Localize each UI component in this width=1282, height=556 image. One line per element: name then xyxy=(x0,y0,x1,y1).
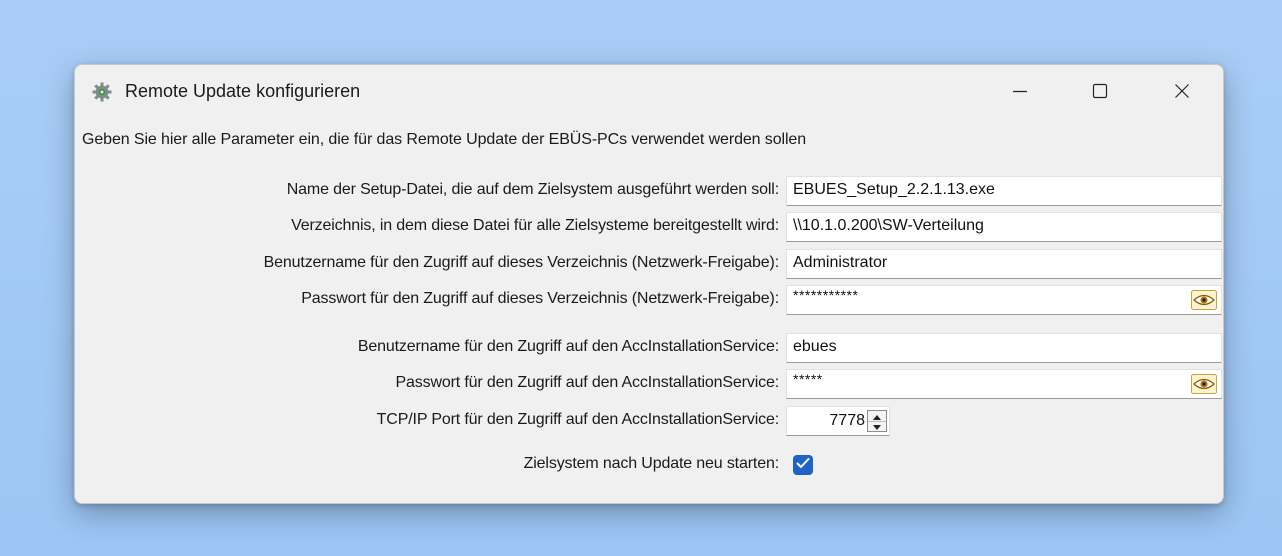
share-dir-row: Verzeichnis, in dem diese Datei für alle… xyxy=(75,212,1223,244)
share-user-input[interactable] xyxy=(793,254,1173,272)
service-user-field[interactable] xyxy=(786,333,1222,363)
minimize-icon xyxy=(1012,83,1028,99)
restart-row: Zielsystem nach Update neu starten: xyxy=(75,450,1223,482)
service-port-row: TCP/IP Port für den Zugriff auf den AccI… xyxy=(75,406,1223,438)
gear-icon xyxy=(91,81,113,103)
share-dir-input[interactable] xyxy=(793,217,1173,235)
service-port-input[interactable] xyxy=(791,412,865,430)
service-password-field[interactable] xyxy=(786,369,1222,399)
maximize-button[interactable] xyxy=(1065,65,1135,117)
service-port-label: TCP/IP Port für den Zugriff auf den AccI… xyxy=(376,411,779,428)
setup-file-row: Name der Setup-Datei, die auf dem Zielsy… xyxy=(75,176,1223,208)
title-bar[interactable]: Remote Update konfigurieren xyxy=(75,65,1223,117)
share-password-input[interactable] xyxy=(793,287,1173,303)
spin-down-button[interactable] xyxy=(868,421,886,431)
eye-icon[interactable] xyxy=(1190,289,1218,311)
service-password-input[interactable] xyxy=(793,371,1173,387)
window-title: Remote Update konfigurieren xyxy=(125,81,361,101)
port-stepper[interactable] xyxy=(867,410,887,432)
dialog-window: Remote Update konfigurieren Geben Sie hi… xyxy=(74,64,1224,504)
checkmark-icon xyxy=(796,456,810,474)
setup-file-input[interactable] xyxy=(793,181,1173,199)
maximize-icon xyxy=(1092,83,1108,99)
close-button[interactable] xyxy=(1147,65,1217,117)
eye-icon[interactable] xyxy=(1190,373,1218,395)
share-user-field[interactable] xyxy=(786,249,1222,279)
restart-checkbox[interactable] xyxy=(793,455,813,475)
service-password-row: Passwort für den Zugriff auf den AccInst… xyxy=(75,369,1223,401)
share-dir-field[interactable] xyxy=(786,212,1222,242)
share-password-row: Passwort für den Zugriff auf dieses Verz… xyxy=(75,285,1223,317)
service-user-input[interactable] xyxy=(793,338,1173,356)
restart-label: Zielsystem nach Update neu starten: xyxy=(523,455,779,472)
setup-file-field[interactable] xyxy=(786,176,1222,206)
setup-file-label: Name der Setup-Datei, die auf dem Zielsy… xyxy=(286,181,779,198)
service-user-row: Benutzername für den Zugriff auf den Acc… xyxy=(75,333,1223,365)
minimize-button[interactable] xyxy=(985,65,1055,117)
service-password-label: Passwort für den Zugriff auf den AccInst… xyxy=(395,374,779,391)
service-port-spinner[interactable] xyxy=(786,406,890,436)
dialog-description: Geben Sie hier alle Parameter ein, die f… xyxy=(82,131,807,148)
share-password-label: Passwort für den Zugriff auf dieses Verz… xyxy=(301,290,779,307)
share-password-field[interactable] xyxy=(786,285,1222,315)
share-user-row: Benutzername für den Zugriff auf dieses … xyxy=(75,249,1223,281)
close-icon xyxy=(1174,83,1190,99)
service-user-label: Benutzername für den Zugriff auf den Acc… xyxy=(357,338,779,355)
share-dir-label: Verzeichnis, in dem diese Datei für alle… xyxy=(291,217,779,234)
arrow-down-icon xyxy=(873,417,881,435)
share-user-label: Benutzername für den Zugriff auf dieses … xyxy=(263,254,780,271)
